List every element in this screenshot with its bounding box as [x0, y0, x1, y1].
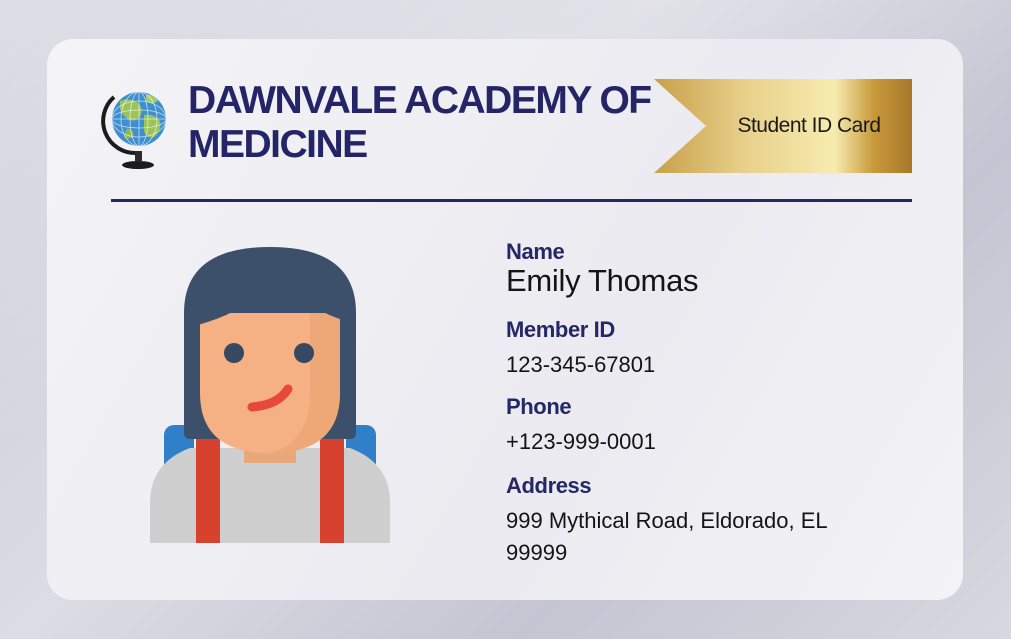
member-id-value: 123-345-67801: [506, 352, 656, 377]
ribbon-label: Student ID Card: [737, 114, 881, 137]
id-card-ribbon: Student ID Card: [654, 79, 912, 173]
school-name: DAWNVALE ACADEMY OF MEDICINE: [188, 79, 652, 166]
address-label: Address: [506, 473, 592, 498]
id-card: DAWNVALE ACADEMY OF MEDICINE Student ID …: [47, 39, 963, 600]
address-value: 999 Mythical Road, Eldorado, EL 99999: [506, 508, 827, 565]
globe-icon: [100, 79, 170, 171]
phone-label: Phone: [506, 394, 572, 419]
name-value: Emily Thomas: [506, 263, 699, 298]
student-avatar-icon: [150, 243, 390, 547]
member-id-label: Member ID: [506, 317, 615, 342]
name-label: Name: [506, 239, 565, 264]
header-divider: [111, 199, 912, 202]
phone-value: +123-999-0001: [506, 429, 656, 454]
